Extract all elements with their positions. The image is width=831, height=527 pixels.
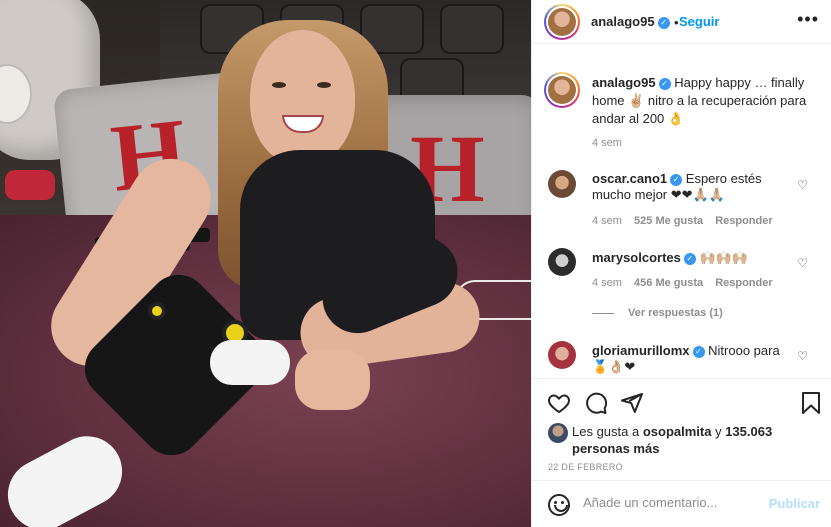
verified-badge-icon: ✓	[658, 77, 671, 90]
caption-username[interactable]: analago95	[592, 75, 656, 90]
post-date[interactable]: 22 DE FEBRERO	[548, 462, 623, 472]
comment-time[interactable]: 4 sem	[592, 277, 622, 289]
post-photo[interactable]: H H	[0, 0, 531, 527]
sock	[210, 340, 290, 385]
comment-like-heart-icon[interactable]: ♡	[797, 349, 808, 363]
reply-button[interactable]: Responder	[715, 215, 772, 227]
comment-like-heart-icon[interactable]: ♡	[797, 256, 808, 270]
bookmark-icon[interactable]	[799, 391, 823, 415]
comment-body: oscar.cano1 ✓ Espero estés mucho mejor ❤❤…	[592, 171, 797, 203]
share-icon[interactable]	[620, 391, 644, 415]
comment-body: marysolcortes ✓ 🙌🏼🙌🏼🙌🏼	[592, 250, 797, 266]
post-caption: analago95 ✓ Happy happy … finally home ✌🏼…	[592, 74, 822, 128]
reply-button[interactable]: Responder	[715, 277, 772, 289]
emoji-icon[interactable]	[548, 494, 570, 516]
comment-meta: 4 sem 525 Me gusta Responder	[592, 215, 782, 227]
commenter-username[interactable]: gloriamurillomx	[592, 343, 690, 358]
liker-username[interactable]: osopalmita	[643, 424, 712, 439]
replies-divider	[592, 313, 614, 314]
red-cloth	[5, 170, 55, 200]
caption-time[interactable]: 4 sem	[592, 137, 622, 149]
follow-button[interactable]: Seguir	[679, 14, 719, 29]
commenter-username[interactable]: oscar.cano1	[592, 171, 667, 186]
publish-button[interactable]: Publicar	[769, 496, 820, 511]
liker-avatar[interactable]	[548, 423, 568, 443]
person-face	[250, 30, 355, 165]
caption-avatar[interactable]	[544, 72, 580, 108]
comment-likes[interactable]: 525 Me gusta	[634, 215, 703, 227]
commenter-username[interactable]: marysolcortes	[592, 250, 681, 265]
brace-hinge	[148, 302, 166, 320]
comment-time[interactable]: 4 sem	[592, 215, 622, 227]
heart-icon[interactable]	[547, 391, 571, 415]
comment-like-heart-icon[interactable]: ♡	[797, 178, 808, 192]
view-replies-button[interactable]: Ver respuestas (1)	[628, 307, 723, 319]
add-comment-bar: Publicar	[532, 480, 831, 527]
separator-dot: •	[674, 15, 679, 30]
verified-badge-icon: ✓	[657, 16, 670, 29]
post-header: analago95 ✓ • Seguir •••	[532, 0, 831, 44]
comments-list[interactable]: analago95 ✓ Happy happy … finally home ✌🏼…	[532, 45, 831, 375]
person-hands	[295, 350, 370, 410]
comment-input[interactable]	[583, 495, 753, 510]
verified-badge-icon: ✓	[670, 173, 683, 186]
comment-icon[interactable]	[584, 391, 608, 415]
commenter-avatar[interactable]	[548, 170, 576, 198]
likes-summary: Les gusta a osopalmita y 135.063 persona…	[572, 424, 773, 456]
comment-likes[interactable]: 456 Me gusta	[634, 277, 703, 289]
verified-badge-icon: ✓	[692, 345, 705, 358]
post-side-panel: analago95 ✓ • Seguir ••• analago95 ✓ Happy…	[531, 0, 831, 527]
comment-text: 🙌🏼🙌🏼🙌🏼	[699, 250, 749, 265]
more-options-icon[interactable]: •••	[797, 9, 819, 30]
commenter-avatar[interactable]	[548, 341, 576, 369]
verified-badge-icon: ✓	[683, 252, 696, 265]
commenter-avatar[interactable]	[548, 248, 576, 276]
comment-body: gloriamurillomx ✓ Nitrooo para 🏅👌🏼❤	[592, 343, 797, 375]
author-username[interactable]: analago95 ✓	[591, 14, 670, 29]
author-avatar[interactable]	[544, 4, 580, 40]
comment-meta: 4 sem 456 Me gusta Responder	[592, 277, 782, 289]
